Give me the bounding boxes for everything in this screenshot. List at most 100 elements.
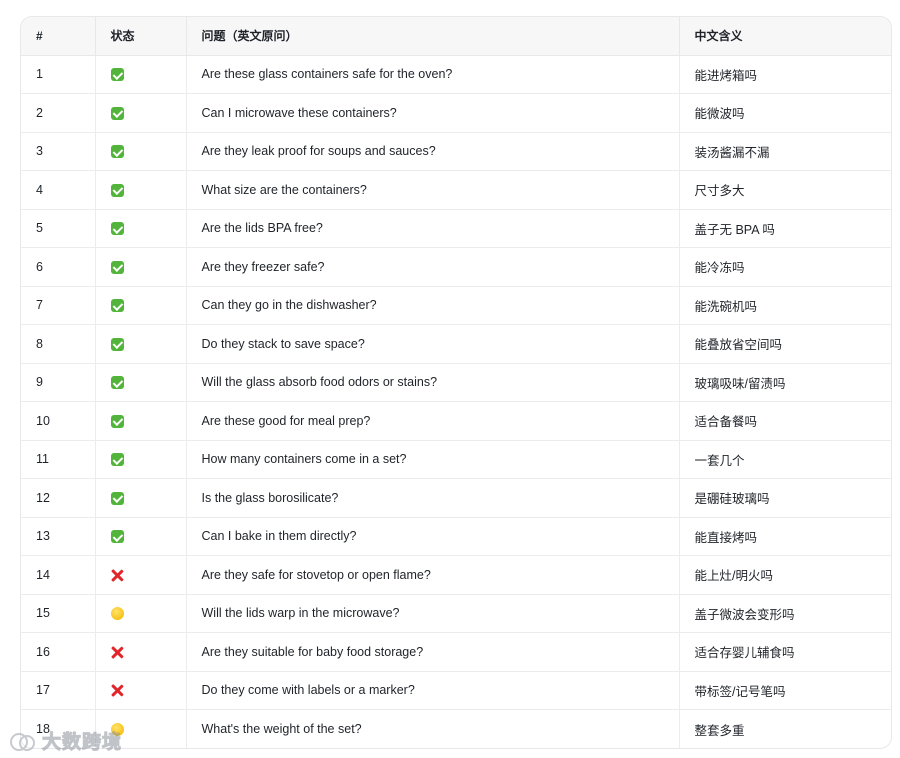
check-mark-icon (110, 491, 124, 505)
row-number: 7 (21, 286, 96, 325)
table-row: 4 What size are the containers? 尺寸多大 (21, 170, 891, 210)
row-number: 12 (21, 478, 96, 518)
row-meaning: 适合存婴儿辅食吗 (679, 632, 891, 672)
row-status (95, 478, 187, 518)
row-meaning: 能上灶/明火吗 (679, 555, 891, 595)
row-status (95, 132, 187, 171)
cross-mark-icon (111, 684, 124, 697)
row-question: Can they go in the dishwasher? (186, 286, 680, 325)
row-number: 9 (21, 363, 96, 402)
row-status (95, 401, 187, 441)
cross-mark-icon (111, 646, 124, 659)
table-row: 2 Can I microwave these containers? 能微波吗 (21, 93, 891, 133)
row-status (95, 247, 187, 287)
table-row: 3 Are they leak proof for soups and sauce… (21, 132, 891, 171)
table-row: 5 Are the lids BPA free? 盖子无 BPA 吗 (21, 209, 891, 248)
row-question: Will the lids warp in the microwave? (186, 594, 680, 633)
row-status (95, 555, 187, 595)
table-row: 17 Do they come with labels or a marker? 带… (21, 671, 891, 710)
table-row: 7 Can they go in the dishwasher? 能洗碗机吗 (21, 286, 891, 325)
faq-table-card: # 状态 问题（英文原问） 中文含义 1 Are these glass cont… (20, 16, 892, 749)
check-mark-icon (110, 68, 124, 82)
row-status (95, 209, 187, 248)
row-number: 8 (21, 324, 96, 364)
row-number: 3 (21, 132, 96, 171)
row-question: Can I microwave these containers? (186, 93, 680, 133)
row-number: 18 (21, 709, 96, 748)
row-number: 5 (21, 209, 96, 248)
header-question: 问题（英文原问） (186, 17, 680, 56)
row-question: How many containers come in a set? (186, 440, 680, 479)
row-status (95, 363, 187, 402)
check-mark-icon (110, 453, 124, 467)
table-row: 18 What's the weight of the set? 整套多重 (21, 709, 891, 748)
table-row: 10 Are these good for meal prep? 适合备餐吗 (21, 401, 891, 441)
row-number: 2 (21, 93, 96, 133)
yellow-circle-icon (110, 607, 124, 621)
check-mark-icon (110, 106, 124, 120)
row-meaning: 能叠放省空间吗 (679, 324, 891, 364)
row-meaning: 一套几个 (679, 440, 891, 479)
faq-table: # 状态 问题（英文原问） 中文含义 1 Are these glass cont… (21, 17, 891, 748)
row-meaning: 尺寸多大 (679, 170, 891, 210)
table-row: 15 Will the lids warp in the microwave? 盖子… (21, 594, 891, 633)
table-header: # 状态 问题（英文原问） 中文含义 (21, 17, 891, 56)
row-meaning: 能洗碗机吗 (679, 286, 891, 325)
row-question: Are they freezer safe? (186, 247, 680, 287)
row-status (95, 286, 187, 325)
header-row: # 状态 问题（英文原问） 中文含义 (21, 17, 891, 56)
row-number: 6 (21, 247, 96, 287)
header-status: 状态 (95, 17, 187, 56)
row-number: 10 (21, 401, 96, 441)
row-status (95, 632, 187, 672)
row-question: Do they come with labels or a marker? (186, 671, 680, 710)
row-number: 17 (21, 671, 96, 710)
row-status (95, 671, 187, 710)
row-number: 4 (21, 170, 96, 210)
row-status (95, 517, 187, 556)
row-status (95, 324, 187, 364)
table-row: 11 How many containers come in a set? 一套几个 (21, 440, 891, 479)
table-row: 1 Are these glass containers safe for the… (21, 55, 891, 94)
cross-mark-icon (111, 569, 124, 582)
check-mark-icon (110, 260, 124, 274)
row-question: Are they suitable for baby food storage? (186, 632, 680, 672)
row-question: Will the glass absorb food odors or stai… (186, 363, 680, 402)
row-meaning: 整套多重 (694, 723, 745, 738)
check-mark-icon (110, 145, 124, 159)
row-number: 13 (21, 517, 96, 556)
row-meaning: 能直接烤吗 (679, 517, 891, 556)
check-mark-icon (110, 299, 124, 313)
row-meaning: 能冷冻吗 (679, 247, 891, 287)
row-number: 11 (21, 440, 96, 479)
row-question: Are they safe for stovetop or open flame… (186, 555, 680, 595)
row-status (95, 440, 187, 479)
row-status (95, 55, 187, 94)
page: # 状态 问题（英文原问） 中文含义 1 Are these glass cont… (0, 0, 900, 758)
row-question: Are these good for meal prep? (186, 401, 680, 441)
row-question: Are these glass containers safe for the … (186, 55, 680, 94)
row-question: Is the glass borosilicate? (186, 478, 680, 518)
table-row: 8 Do they stack to save space? 能叠放省空间吗 (21, 324, 891, 364)
table-row: 6 Are they freezer safe? 能冷冻吗 (21, 247, 891, 287)
header-num: # (21, 17, 96, 56)
row-question: Are the lids BPA free? (186, 209, 680, 248)
row-number: 15 (21, 594, 96, 633)
row-question: Can I bake in them directly? (186, 517, 680, 556)
row-status (95, 709, 187, 748)
row-meaning: 带标签/记号笔吗 (679, 671, 891, 710)
row-meaning: 盖子微波会变形吗 (679, 594, 891, 633)
row-status (95, 93, 187, 133)
check-mark-icon (110, 222, 124, 236)
check-mark-icon (110, 183, 124, 197)
yellow-circle-icon (110, 723, 124, 737)
check-mark-icon (110, 337, 124, 351)
table-row: 12 Is the glass borosilicate? 是硼硅玻璃吗 (21, 478, 891, 518)
row-question: Are they leak proof for soups and sauces… (186, 132, 680, 171)
header-meaning: 中文含义 (679, 17, 891, 56)
check-mark-icon (110, 376, 124, 390)
check-mark-icon (110, 530, 124, 544)
row-number: 16 (21, 632, 96, 672)
row-question: What size are the containers? (186, 170, 680, 210)
row-meaning: 装汤酱漏不漏 (679, 132, 891, 171)
